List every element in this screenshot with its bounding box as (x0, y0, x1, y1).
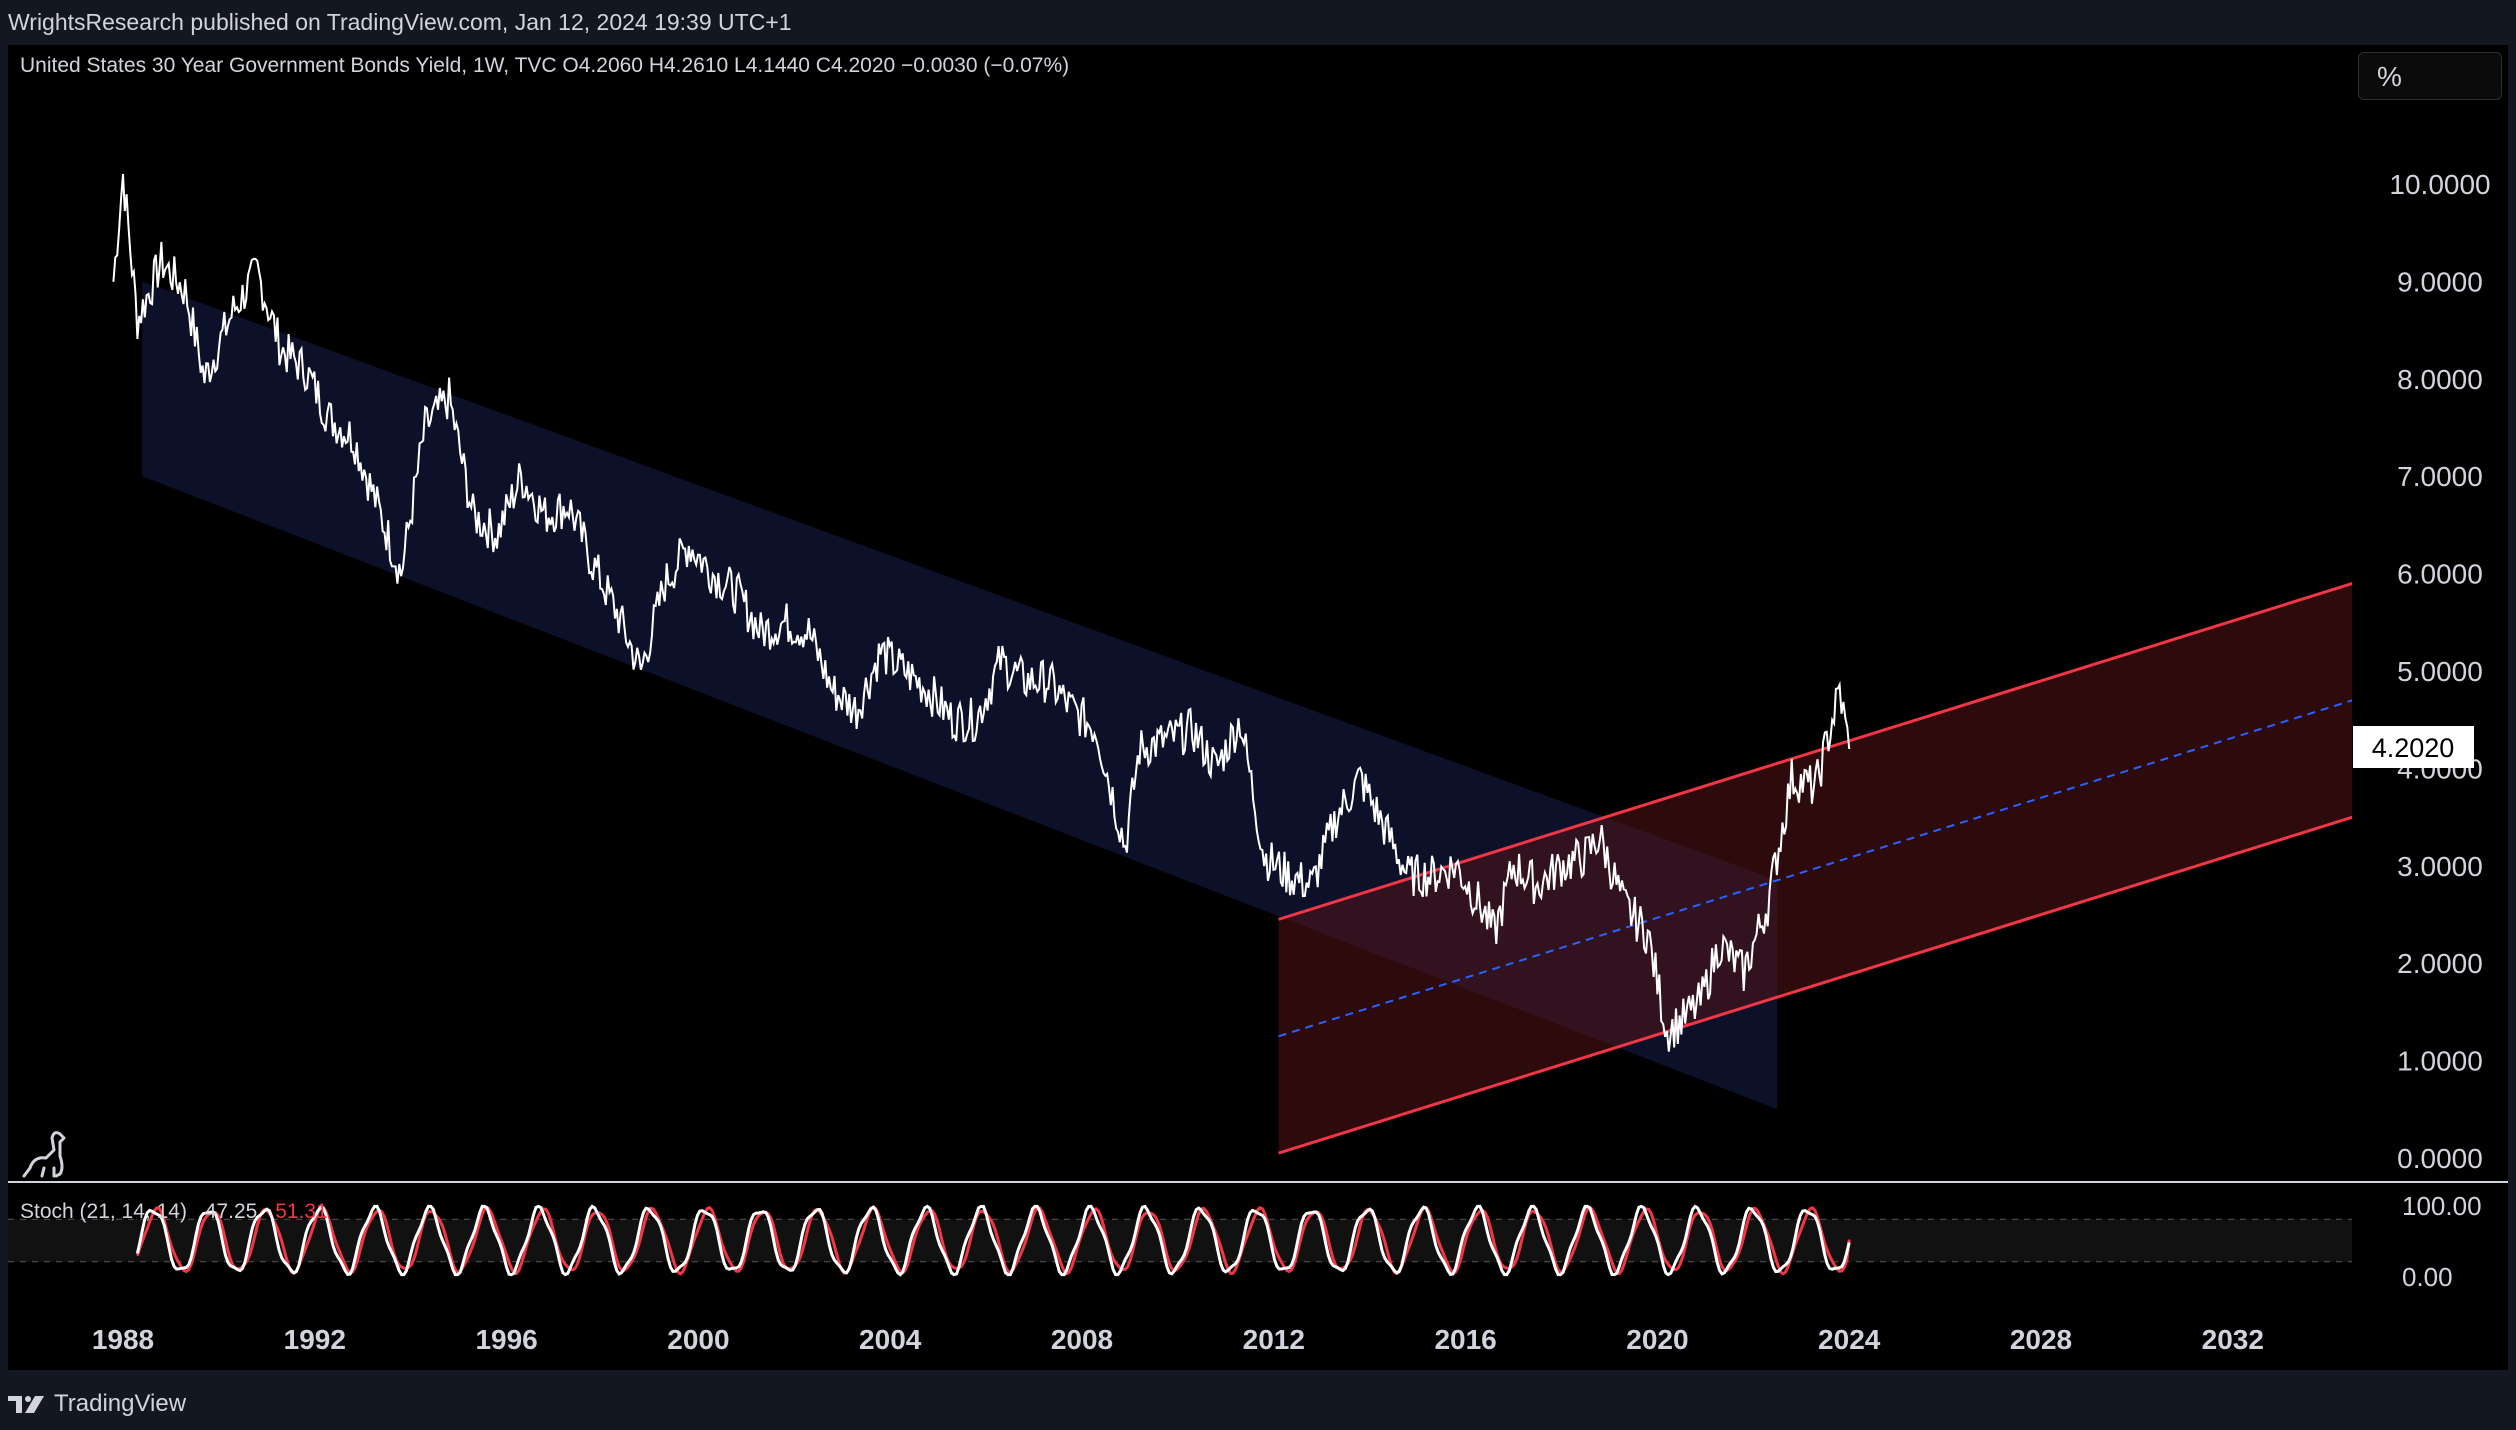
stoch-k-value: 47.25 (205, 1200, 258, 1223)
x-tick-label: 2024 (1818, 1324, 1881, 1355)
svg-text:Stoch (21, 14, 14) 47.25: Stoch (21, 14, 14) 47.25 51.31 (20, 1200, 328, 1223)
symbol-legend[interactable]: United States 30 Year Government Bonds Y… (20, 54, 1069, 77)
chart-svg[interactable]: 0.00100.00 0.00001.00002.00003.00004.000… (0, 0, 2516, 1370)
stoch-d-value: 51.31 (275, 1200, 328, 1223)
percent-scale-button[interactable]: % (2358, 52, 2502, 100)
y-tick-label: 10.0000 (2389, 169, 2490, 200)
dinosaur-icon (22, 1131, 66, 1178)
current-price-value: 4.2020 (2372, 733, 2455, 763)
tradingview-brand[interactable]: TradingView (8, 1390, 186, 1418)
x-tick-label: 2020 (1626, 1324, 1688, 1355)
y-tick-label: 0.0000 (2397, 1143, 2483, 1174)
y-tick-label: 7.0000 (2397, 461, 2483, 492)
y-tick-label: 2.0000 (2397, 948, 2483, 979)
footer-bar (0, 1370, 2516, 1430)
y-tick-label: 9.0000 (2397, 266, 2483, 297)
tradingview-logo-icon (8, 1396, 44, 1413)
x-tick-label: 1992 (284, 1324, 346, 1355)
y-tick-label: 8.0000 (2397, 364, 2483, 395)
stoch-label: Stoch (21, 14, 14) (20, 1200, 187, 1223)
y-tick-label: 3.0000 (2397, 851, 2483, 882)
y-tick-label: 6.0000 (2397, 559, 2483, 590)
x-tick-label: 1988 (92, 1324, 154, 1355)
x-tick-label: 2004 (859, 1324, 922, 1355)
x-tick-label: 1996 (475, 1324, 537, 1355)
percent-scale-label: % (2377, 61, 2402, 92)
stoch-y-tick-label: 0.00 (2402, 1262, 2453, 1292)
y-tick-label: 5.0000 (2397, 656, 2483, 687)
x-tick-label: 2008 (1051, 1324, 1113, 1355)
x-tick-label: 2000 (667, 1324, 729, 1355)
stoch-y-tick-label: 100.00 (2402, 1191, 2482, 1221)
x-tick-label: 2028 (2010, 1324, 2072, 1355)
x-tick-label: 2016 (1434, 1324, 1496, 1355)
current-price-label: 4.2020 (2353, 726, 2474, 768)
x-tick-label: 2032 (2202, 1324, 2264, 1355)
tradingview-brand-text: TradingView (54, 1390, 187, 1417)
x-tick-label: 2012 (1243, 1324, 1305, 1355)
y-tick-label: 1.0000 (2397, 1046, 2483, 1077)
